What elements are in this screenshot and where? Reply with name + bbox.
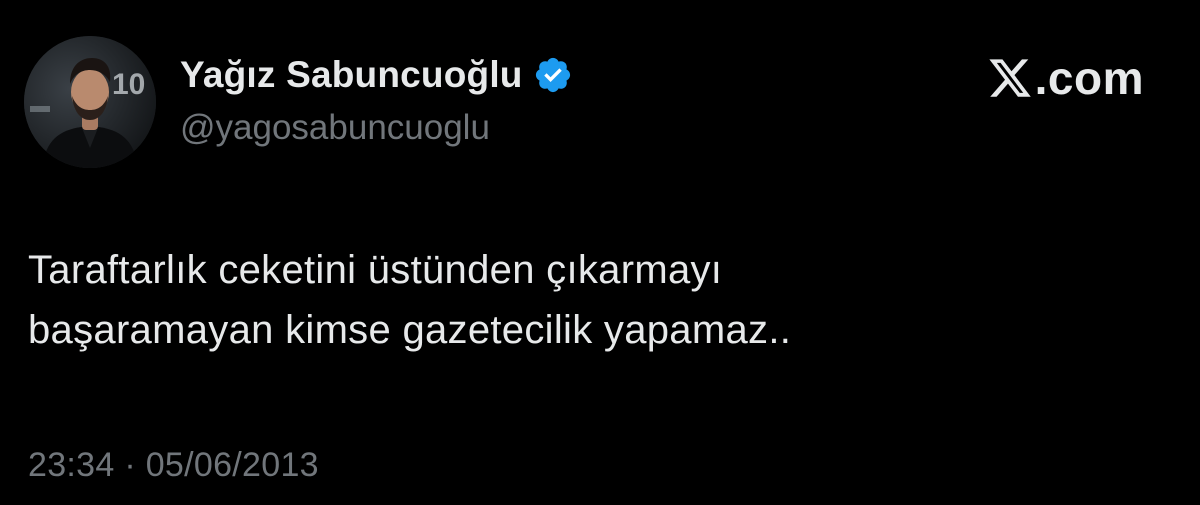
author-handle[interactable]: @yagosabuncuoglu xyxy=(180,108,490,148)
verified-badge-icon xyxy=(533,55,573,95)
tweet-text: Taraftarlık ceketini üstünden çıkarmayı … xyxy=(28,248,792,352)
avatar-photo: 10 xyxy=(24,36,156,168)
tweet-timestamp[interactable]: 23:34 · 05/06/2013 xyxy=(28,446,319,485)
author-name-row: Yağız Sabuncuoğlu xyxy=(180,52,573,98)
svg-text:10: 10 xyxy=(112,68,145,101)
avatar[interactable]: 10 xyxy=(24,36,156,168)
tweet-card: 10 Yağız Sabuncuoğlu @yagosabuncuoglu .c… xyxy=(0,0,1200,505)
author-name[interactable]: Yağız Sabuncuoğlu xyxy=(180,54,523,96)
x-logo-icon xyxy=(987,55,1033,101)
brand-logo: .com xyxy=(987,50,1144,106)
brand-domain: .com xyxy=(1034,52,1144,104)
